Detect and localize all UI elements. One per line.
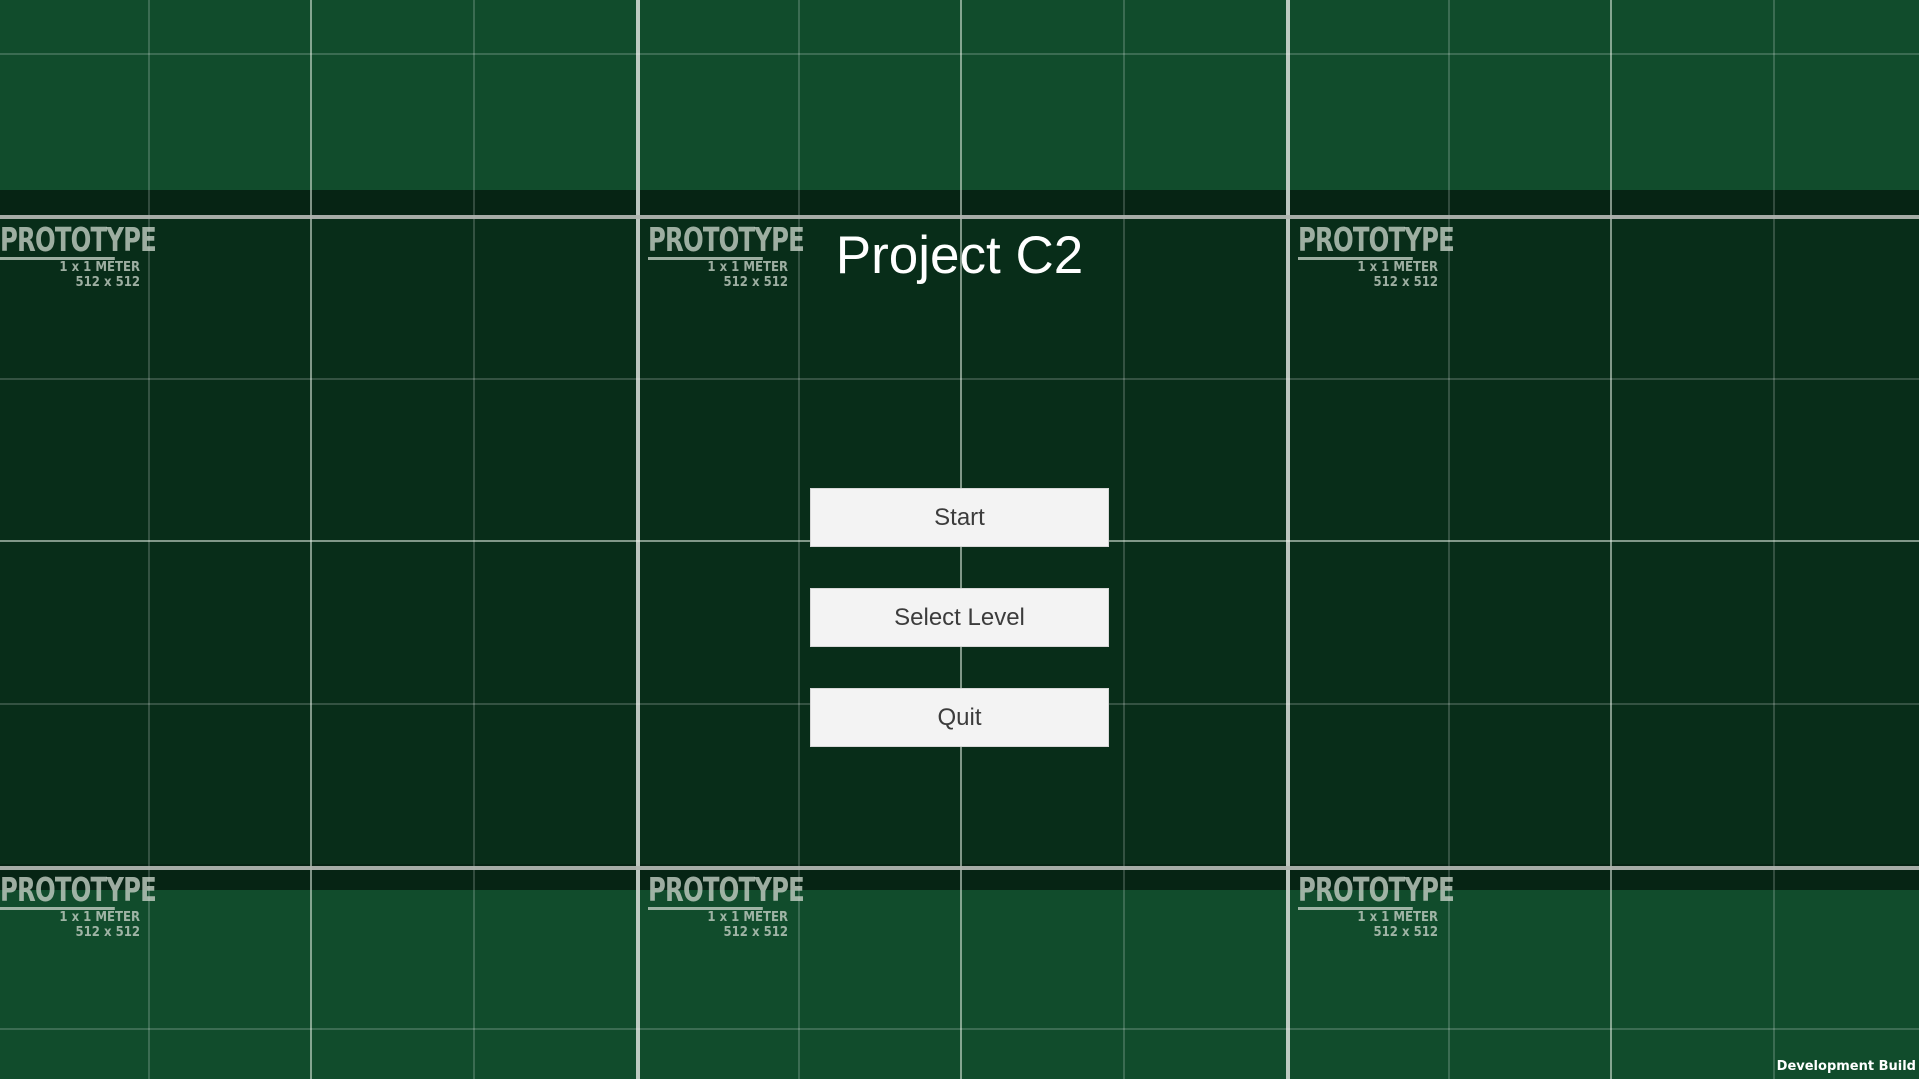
select-level-button[interactable]: Select Level [810,588,1109,647]
prototype-word: PROTOTYPE [0,870,157,910]
development-build-watermark: Development Build [1776,1059,1916,1074]
prototype-texture-label: PROTOTYPE 1 x 1 METER 512 x 512 [648,870,805,940]
grid-line [0,1028,1919,1030]
quit-button[interactable]: Quit [810,688,1109,747]
prototype-resolution: 512 x 512 [75,925,140,940]
prototype-resolution: 512 x 512 [1373,925,1438,940]
prototype-size: 1 x 1 METER [707,910,788,925]
prototype-texture-label: PROTOTYPE 1 x 1 METER 512 x 512 [0,870,157,940]
start-button[interactable]: Start [810,488,1109,547]
prototype-size: 1 x 1 METER [1357,910,1438,925]
game-viewport: PROTOTYPE 1 x 1 METER 512 x 512 PROTOTYP… [0,0,1919,1079]
quit-button-label: Quit [937,703,982,731]
start-button-label: Start [934,503,985,531]
prototype-texture-label: PROTOTYPE 1 x 1 METER 512 x 512 [1298,870,1455,940]
grid-line [0,53,1919,55]
prototype-resolution: 512 x 512 [723,925,788,940]
prototype-size: 1 x 1 METER [59,910,140,925]
game-title: Project C2 [835,226,1084,285]
select-level-button-label: Select Level [894,603,1025,631]
band-edge-top [0,190,1919,216]
prototype-word: PROTOTYPE [648,870,805,910]
prototype-word: PROTOTYPE [1298,870,1455,910]
band-edge-bottom [0,864,1919,890]
